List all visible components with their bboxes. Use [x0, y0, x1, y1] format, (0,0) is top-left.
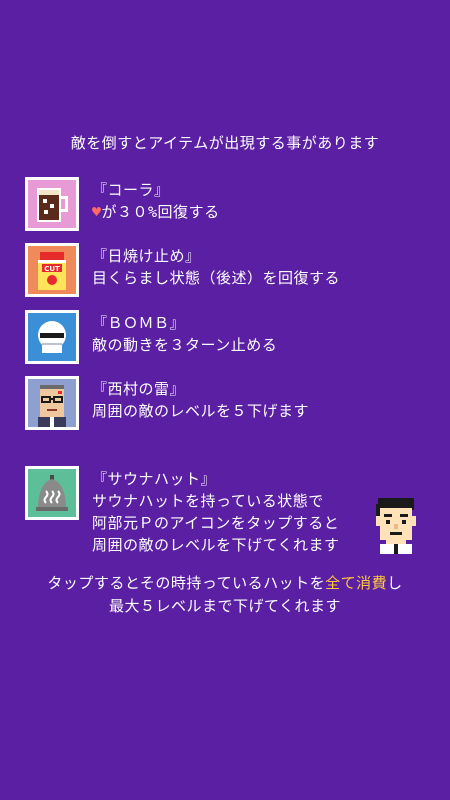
abe-p-face-icon: [372, 494, 420, 554]
item-title: 『日焼け止め』: [92, 247, 201, 265]
item-bomb: 『ＢＯＭＢ』 敵の動きを３ターン止める: [25, 310, 425, 366]
item-description-line: 阿部元Ｐのアイコンをタップすると: [92, 514, 340, 532]
item-description-line: 周囲の敵のレベルを下げてくれます: [92, 536, 340, 554]
intro-text: 敵を倒すとアイテムが出現する事があります: [70, 134, 380, 152]
item-description: ♥が３０%回復する: [92, 203, 220, 221]
item-title: 『コーラ』: [92, 181, 170, 199]
cola-mug-icon: [25, 177, 79, 231]
outro-text: タップするとその時持っているハットを全て消費し 最大５レベルまで下げてくれます: [0, 572, 450, 618]
item-title: 『サウナハット』: [92, 470, 217, 488]
highlight-text: 全て消費: [325, 574, 388, 592]
outro-line-2: 最大５レベルまで下げてくれます: [108, 597, 342, 615]
sauna-hat-icon: [25, 466, 79, 520]
outro-line-1: タップするとその時持っているハットを全て消費し: [47, 574, 403, 592]
item-description: 敵の動きを３ターン止める: [92, 336, 278, 354]
bomb-icon: [25, 310, 79, 364]
item-cola: 『コーラ』 ♥が３０%回復する: [25, 177, 425, 233]
item-title: 『ＢＯＭＢ』: [92, 314, 186, 332]
item-title: 『西村の雷』: [92, 380, 186, 398]
sunscreen-label: CUT: [44, 265, 60, 273]
item-sunscreen: CUT 『日焼け止め』 目くらまし状態（後述）を回復する: [25, 243, 425, 299]
heart-icon: ♥: [92, 203, 102, 221]
item-nishimura: 『西村の雷』 周囲の敵のレベルを５下げます: [25, 376, 425, 432]
sunscreen-bottle-icon: CUT: [25, 243, 79, 297]
nishimura-face-icon: [25, 376, 79, 430]
item-sauna-hat: 『サウナハット』 サウナハットを持っている状態で 阿部元Ｐのアイコンをタップする…: [25, 466, 425, 562]
item-description: 周囲の敵のレベルを５下げます: [92, 402, 310, 420]
item-description-line: サウナハットを持っている状態で: [92, 492, 324, 510]
item-description: 目くらまし状態（後述）を回復する: [92, 269, 341, 287]
